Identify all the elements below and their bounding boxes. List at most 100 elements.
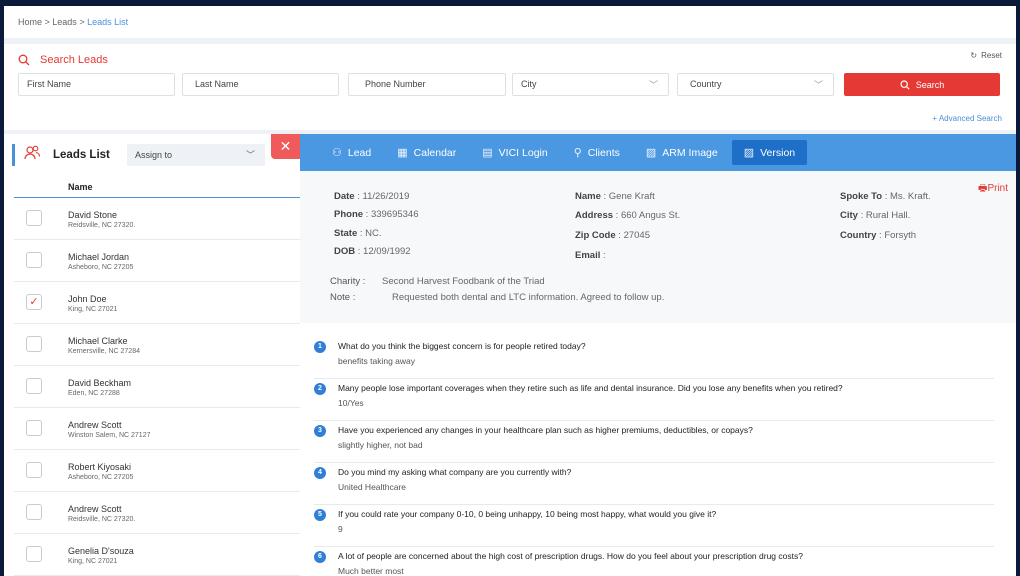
lead-name: John Doe (68, 294, 107, 304)
tab-lead[interactable]: ⚇ Lead (320, 140, 383, 165)
chevron-down-icon: ﹀ (813, 80, 823, 90)
lead-icon: ⚇ (332, 147, 342, 159)
list-item[interactable]: Andrew Scott Reidsville, NC 27320. (14, 492, 300, 534)
answer-text: Much better most (338, 566, 404, 576)
leads-list-header: Leads List Assign to ﹀ ✕ (4, 134, 300, 176)
question-number: 2 (314, 383, 326, 395)
answer-text: United Healthcare (338, 482, 407, 492)
reset-label: Reset (981, 51, 1002, 60)
tab-label: Lead (347, 146, 372, 159)
answer-text: 9 (338, 524, 343, 534)
phone-placeholder: Phone Number (365, 79, 426, 89)
list-item[interactable]: Andrew Scott Winston Salem, NC 27127 (14, 408, 300, 450)
list-item[interactable]: Michael Clarke Kernersville, NC 27284 (14, 324, 300, 366)
clients-icon: ⚲ (573, 147, 582, 159)
breadcrumb-separator: > (42, 17, 53, 27)
tab-calendar[interactable]: ▦ Calendar (385, 140, 468, 165)
question-item: 1 What do you think the biggest concern i… (314, 341, 994, 379)
question-number: 1 (314, 341, 326, 353)
lead-name: Michael Clarke (68, 336, 128, 346)
reset-icon: ↻ (970, 51, 978, 60)
tab-clients[interactable]: ⚲ Clients (562, 140, 632, 165)
header-accent-bar (12, 144, 15, 166)
leads-list-panel: Leads List Assign to ﹀ ✕ Name David Ston… (4, 134, 300, 576)
breadcrumb-leads[interactable]: Leads (52, 17, 77, 27)
list-item[interactable]: ✓ John Doe King, NC 27021 (14, 282, 300, 324)
assign-to-value: Assign to (135, 150, 173, 160)
lead-address: Kernersville, NC 27284 (68, 348, 140, 355)
phone-number-input[interactable]: Phone Number (348, 73, 506, 96)
print-button[interactable]: 🖶Print (978, 181, 1008, 198)
lead-name: Robert Kiyosaki (68, 462, 132, 472)
tab-label: VICI Login (498, 146, 548, 159)
search-panel: Search Leads ↻ Reset First Name Last Nam… (4, 44, 1016, 130)
tab-version[interactable]: ▨ Version (731, 140, 808, 165)
lead-address: Asheboro, NC 27205 (68, 474, 134, 481)
dob-field: DOB : 12/09/1992 (334, 246, 411, 257)
lead-name: Genelia D'souza (68, 546, 134, 556)
list-item[interactable]: Robert Kiyosaki Asheboro, NC 27205 (14, 450, 300, 492)
list-item[interactable]: Genelia D'souza King, NC 27021 (14, 534, 300, 576)
advanced-search-link[interactable]: + Advanced Search (932, 114, 1002, 123)
last-name-placeholder: Last Name (195, 79, 239, 89)
leads-list-title: Leads List (53, 149, 110, 161)
users-icon (23, 144, 41, 167)
tab-label: ARM Image (662, 146, 718, 159)
tab-vici-login[interactable]: ▤ VICI Login (470, 140, 559, 165)
row-checkbox[interactable] (26, 420, 42, 436)
row-checkbox[interactable] (26, 462, 42, 478)
row-checkbox[interactable] (26, 378, 42, 394)
reset-button[interactable]: ↻ Reset (970, 51, 1002, 60)
city-field: City : Rural Hall. (840, 210, 911, 221)
question-text: If you could rate your company 0-10, 0 b… (338, 509, 717, 519)
lead-detail-panel: ⚇ Lead ▦ Calendar ▤ VICI Login ⚲ Clients ▨ ARM Im… (300, 134, 1016, 576)
date-field: Date : 11/26/2019 (334, 191, 410, 202)
question-number: 6 (314, 551, 326, 563)
lead-address: Reidsville, NC 27320. (68, 222, 136, 229)
row-checkbox[interactable] (26, 546, 42, 562)
list-item[interactable]: Michael Jordan Asheboro, NC 27205 (14, 240, 300, 282)
lead-name: David Beckham (68, 378, 132, 388)
email-field: Email : (575, 250, 606, 261)
lead-address: Asheboro, NC 27205 (68, 264, 134, 271)
country-select[interactable]: Country ﹀ (677, 73, 834, 96)
answer-text: slightly higher, not bad (338, 440, 423, 450)
tab-label: Clients (587, 146, 620, 159)
list-item[interactable]: David Stone Reidsville, NC 27320. (14, 198, 300, 240)
row-checkbox[interactable]: ✓ (26, 294, 42, 310)
search-icon (900, 79, 910, 90)
row-checkbox[interactable] (26, 336, 42, 352)
tab-arm-image[interactable]: ▨ ARM Image (634, 140, 730, 165)
answer-text: 10/Yes (338, 398, 364, 408)
address-field: Address : 660 Angus St. (575, 210, 681, 221)
phone-field: Phone : 339695346 (334, 209, 419, 220)
print-label: Print (987, 183, 1008, 194)
lead-name: Andrew Scott (68, 504, 122, 514)
close-panel-button[interactable]: ✕ (271, 134, 300, 159)
question-text: What do you think the biggest concern is… (338, 341, 586, 351)
question-item: 3 Have you experienced any changes in you… (314, 425, 994, 463)
first-name-input[interactable]: First Name (18, 73, 175, 96)
lead-address: King, NC 27021 (68, 558, 118, 565)
row-checkbox[interactable] (26, 504, 42, 520)
note-field: Note : Requested both dental and LTC info… (330, 292, 665, 303)
assign-to-select[interactable]: Assign to ﹀ (127, 144, 265, 166)
breadcrumb-separator: > (76, 17, 88, 27)
row-checkbox[interactable] (26, 252, 42, 268)
question-text: Have you experienced any changes in your… (338, 425, 753, 435)
question-text: A lot of people are concerned about the … (338, 551, 803, 561)
search-title: Search Leads (18, 54, 108, 66)
tab-label: Version (760, 146, 796, 159)
country-select-value: Country (690, 79, 722, 89)
lead-address: Winston Salem, NC 27127 (68, 432, 151, 439)
search-button[interactable]: Search (844, 73, 1000, 96)
breadcrumb: Home > Leads > Leads List (4, 6, 1016, 38)
row-checkbox[interactable] (26, 210, 42, 226)
list-item[interactable]: David Beckham Eden, NC 27288 (14, 366, 300, 408)
name-field: Name : Gene Kraft (575, 191, 655, 202)
lead-details: Date : 11/26/2019 Phone : 339695346 Stat… (300, 171, 1016, 323)
last-name-input[interactable]: Last Name (182, 73, 339, 96)
city-select-value: City (521, 79, 537, 89)
city-select[interactable]: City ﹀ (512, 73, 669, 96)
breadcrumb-home[interactable]: Home (18, 17, 42, 27)
